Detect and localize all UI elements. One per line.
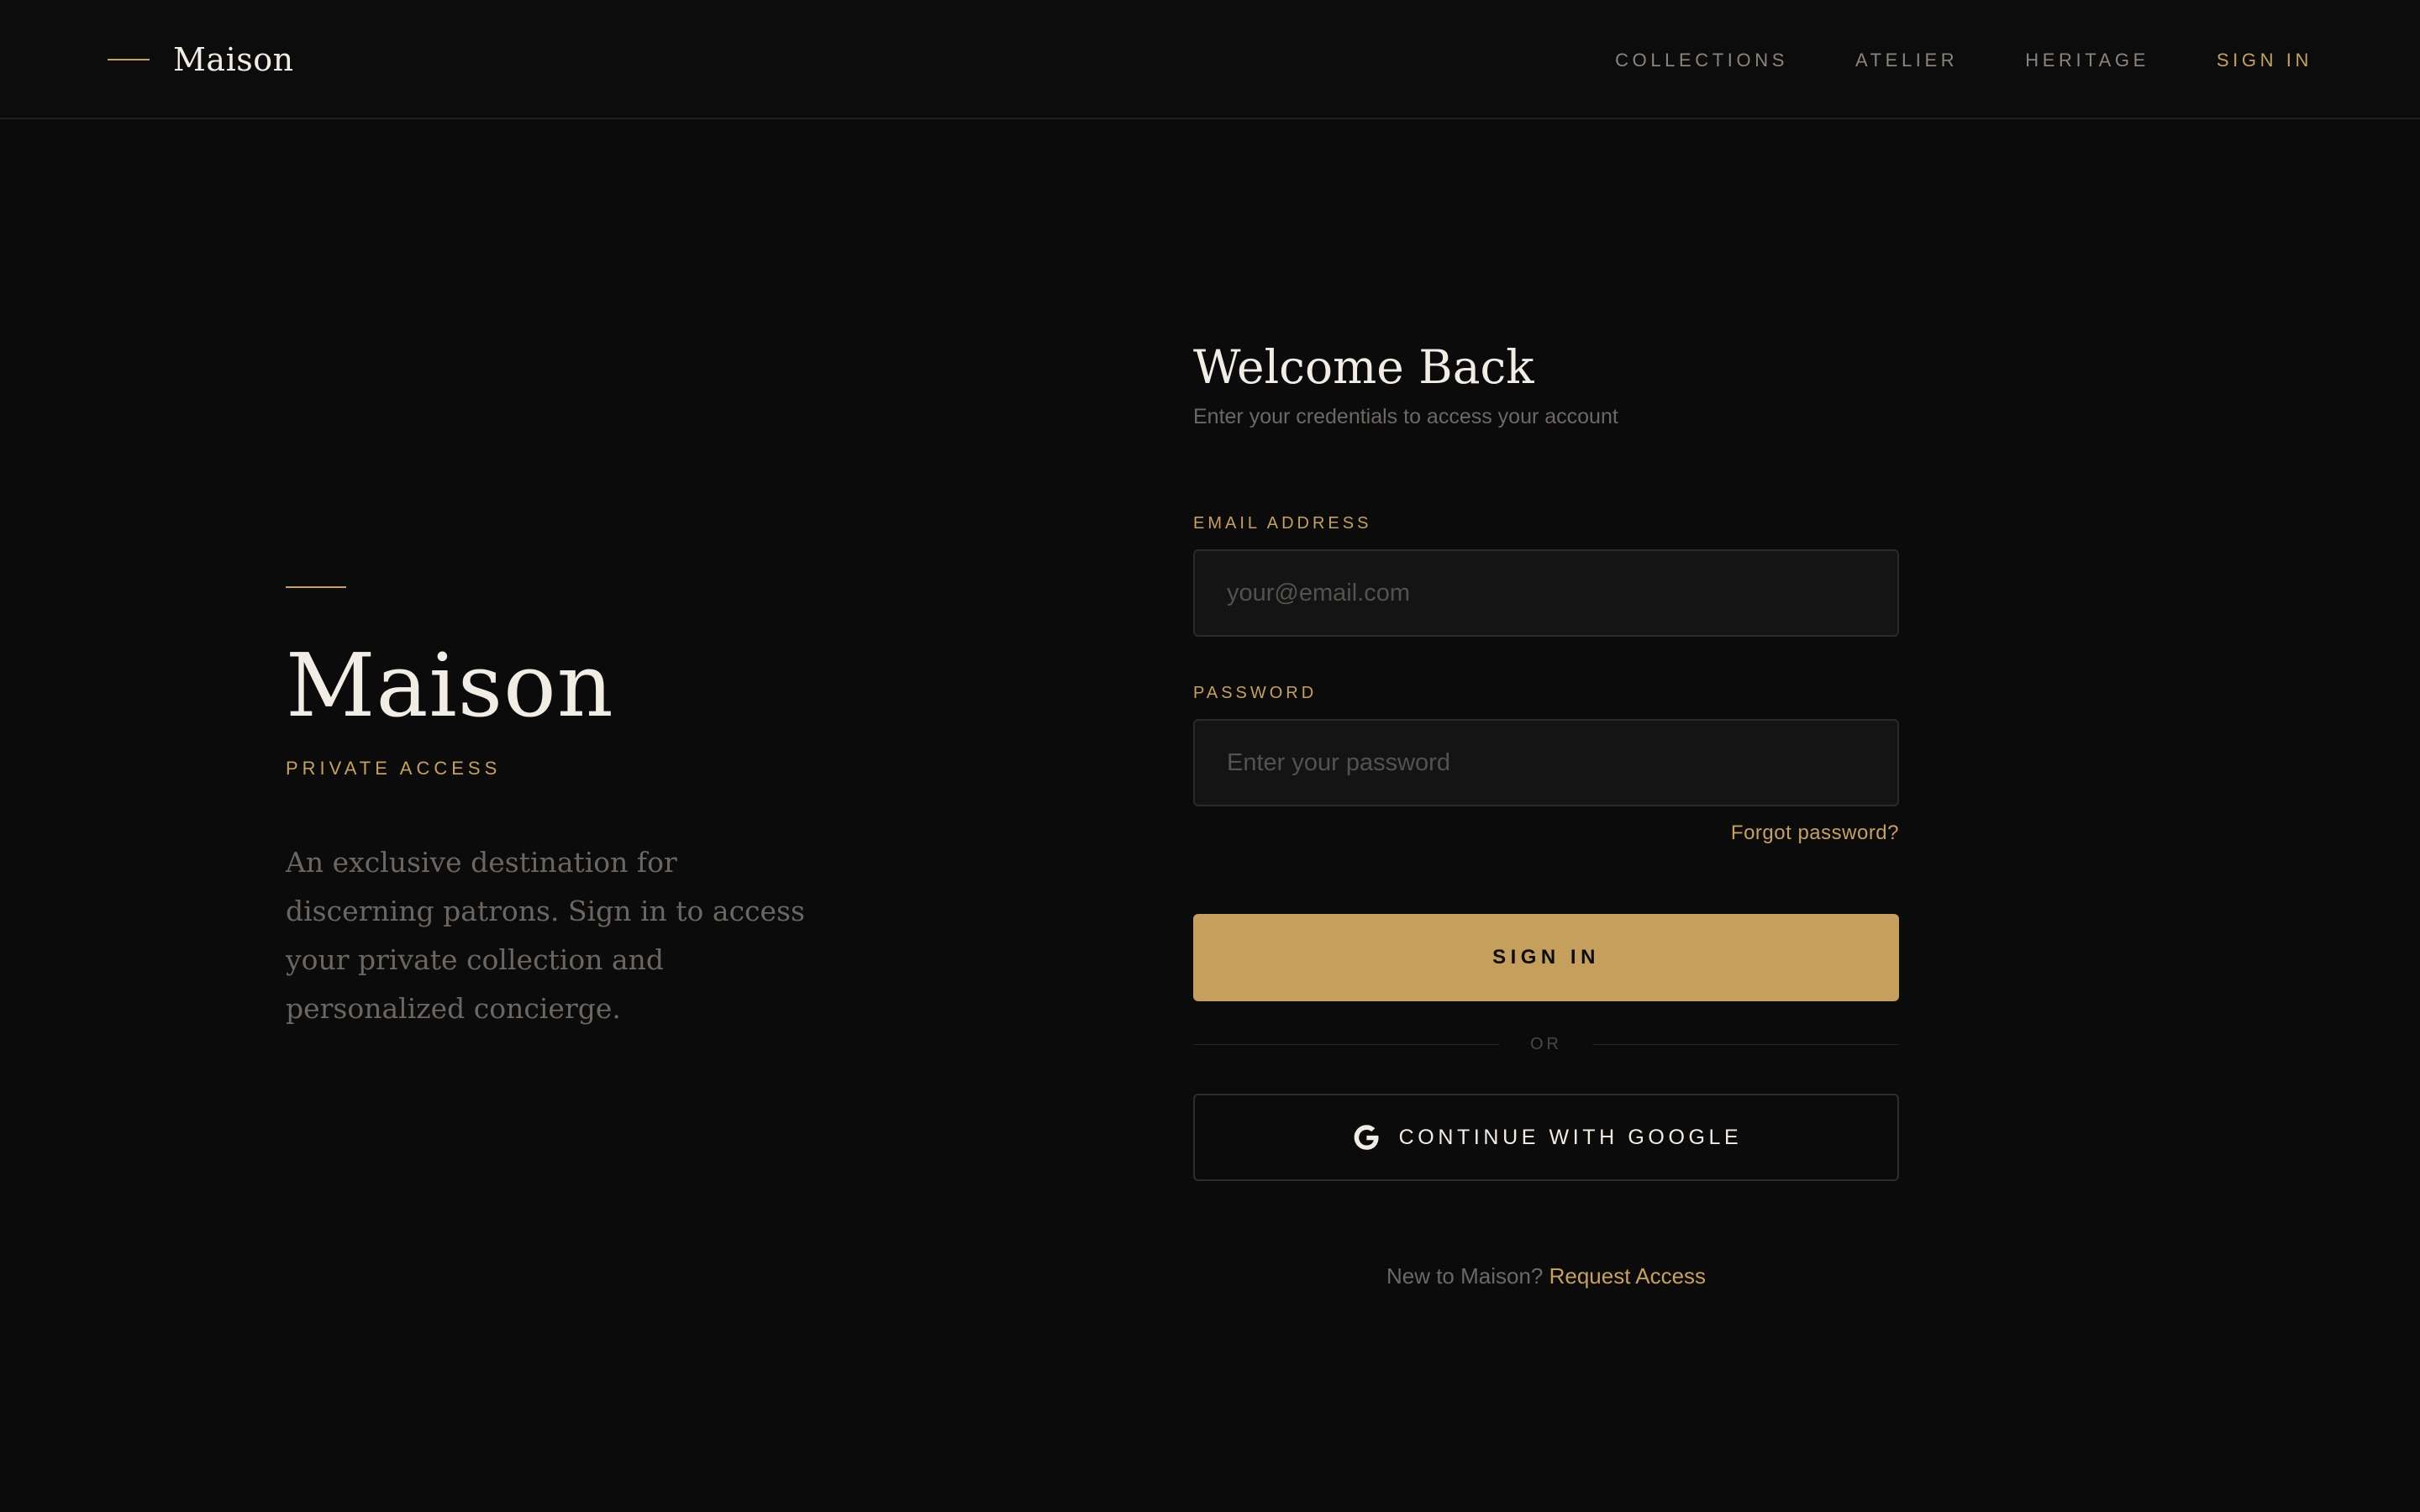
google-button-label: CONTINUE WITH GOOGLE [1398, 1125, 1743, 1149]
divider-label: OR [1530, 1034, 1562, 1053]
or-divider: OR [1193, 1032, 1899, 1057]
continue-with-google-button[interactable]: CONTINUE WITH GOOGLE [1193, 1094, 1899, 1181]
request-access-prompt: New to Maison? Request Access [1193, 1263, 1899, 1289]
hero-accent-line [286, 586, 346, 588]
password-label: PASSWORD [1193, 684, 1318, 702]
nav-atelier[interactable]: ATELIER [1855, 44, 1958, 77]
hero-description: An exclusive destination for discerning … [286, 846, 805, 1025]
divider-line-right [1592, 1043, 1899, 1045]
top-header: Maison COLLECTIONS ATELIER HERITAGE SIGN… [0, 0, 2420, 119]
form-title: Welcome Back [1193, 340, 1534, 394]
google-g-icon [1350, 1121, 1382, 1153]
nav-heritage[interactable]: HERITAGE [2025, 44, 2149, 77]
nav-sign-in[interactable]: SIGN IN [2217, 44, 2312, 77]
brand-name: Maison [173, 41, 294, 78]
footer-prompt: New to Maison? [1386, 1263, 1544, 1289]
hero-section: Maison PRIVATE ACCESS An exclusive desti… [286, 586, 823, 1033]
password-field[interactable] [1193, 719, 1899, 806]
request-access-link[interactable]: Request Access [1549, 1263, 1706, 1289]
email-field[interactable] [1193, 549, 1899, 637]
email-label: EMAIL ADDRESS [1193, 514, 1372, 533]
main-nav: COLLECTIONS ATELIER HERITAGE SIGN IN [1548, 44, 2312, 77]
divider-line-left [1193, 1043, 1500, 1045]
sign-in-form: Welcome Back Enter your credentials to a… [1193, 338, 1899, 1289]
hero-title: Maison [286, 634, 614, 737]
brand-logo[interactable]: Maison [108, 34, 294, 86]
nav-collections[interactable]: COLLECTIONS [1615, 44, 1788, 77]
forgot-password-link[interactable]: Forgot password? [1731, 822, 1899, 845]
hero-subtitle: PRIVATE ACCESS [286, 758, 502, 779]
form-subtitle: Enter your credentials to access your ac… [1193, 405, 1618, 428]
sign-in-button[interactable]: SIGN IN [1193, 914, 1899, 1001]
brand-accent-line [108, 59, 150, 60]
